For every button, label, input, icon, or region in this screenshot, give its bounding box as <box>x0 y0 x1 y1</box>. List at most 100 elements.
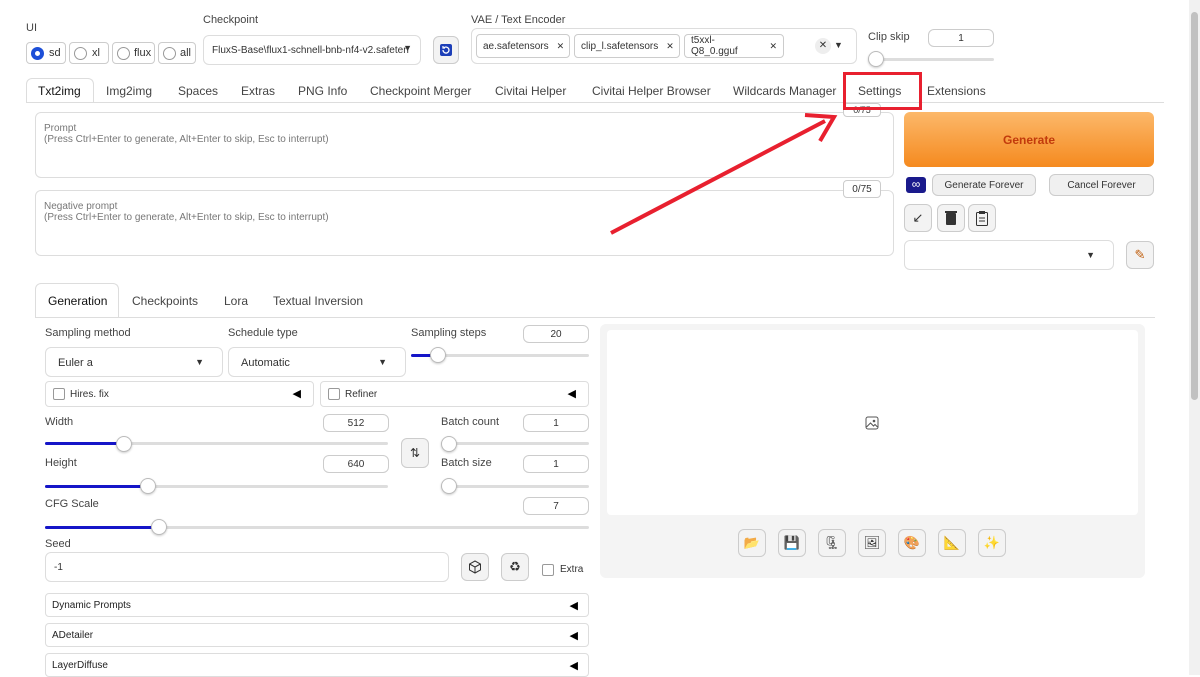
open-folder-button[interactable]: 📂 <box>738 529 766 557</box>
accordion-label: Dynamic Prompts <box>52 600 131 611</box>
schedule-type-value: Automatic <box>241 357 290 369</box>
tab-civitai-helper[interactable]: Civitai Helper <box>495 84 566 98</box>
close-icon[interactable]: ✕ <box>557 41 565 52</box>
palette-icon: 🎨 <box>903 535 921 550</box>
height-input[interactable]: 640 <box>323 455 389 473</box>
clip-skip-label: Clip skip <box>868 31 910 43</box>
chevron-down-icon[interactable]: ▼ <box>834 40 843 50</box>
trash-icon <box>945 211 957 225</box>
save-button[interactable]: 💾 <box>778 529 806 557</box>
height-label: Height <box>45 457 77 469</box>
width-slider-handle[interactable] <box>116 436 132 452</box>
extra-action-button[interactable]: ✨ <box>978 529 1006 557</box>
seed-input[interactable]: -1 <box>45 552 449 582</box>
cfg-scale-slider-handle[interactable] <box>151 519 167 535</box>
reuse-seed-button[interactable]: ♻ <box>501 553 529 581</box>
batch-size-slider-handle[interactable] <box>441 478 457 494</box>
refiner-checkbox[interactable] <box>328 388 340 400</box>
height-slider-fill <box>45 485 148 488</box>
width-slider-fill <box>45 442 124 445</box>
cfg-scale-input[interactable]: 7 <box>523 497 589 515</box>
tab-png-info[interactable]: PNG Info <box>298 84 347 98</box>
paste-params-button[interactable]: ↙ <box>904 204 932 232</box>
clear-prompt-button[interactable] <box>937 204 965 232</box>
subtab-textual-inversion[interactable]: Textual Inversion <box>273 294 363 308</box>
sampling-steps-input[interactable]: 20 <box>523 325 589 343</box>
ui-radio-label: flux <box>134 47 152 59</box>
ui-radio-xl[interactable]: xl <box>69 42 109 64</box>
pencil-icon: ✎ <box>1134 247 1146 262</box>
generate-button[interactable]: Generate <box>904 112 1154 167</box>
ui-radio-all[interactable]: all <box>158 42 196 64</box>
clip-skip-input[interactable]: 1 <box>928 29 994 47</box>
sampling-steps-slider-handle[interactable] <box>430 347 446 363</box>
hires-fix-accordion[interactable]: Hires. fix ◀ <box>45 381 314 407</box>
image-placeholder-icon <box>865 416 879 430</box>
send-to-img2img-button[interactable]: 🖼 <box>858 529 886 557</box>
styles-dropdown[interactable]: ▼ <box>904 240 1114 270</box>
extra-seed-checkbox[interactable] <box>542 564 554 576</box>
clip-skip-slider-track[interactable] <box>876 58 994 61</box>
tab-civitai-helper-browser[interactable]: Civitai Helper Browser <box>592 84 711 98</box>
zip-button[interactable]: 🗜 <box>818 529 846 557</box>
swap-dimensions-button[interactable]: ⇅ <box>401 438 429 468</box>
ui-radio-label: all <box>180 47 192 59</box>
send-to-extras-button[interactable]: 📐 <box>938 529 966 557</box>
batch-count-slider-handle[interactable] <box>441 436 457 452</box>
clip-skip-slider-handle[interactable] <box>868 51 884 67</box>
vae-chip[interactable]: t5xxl-Q8_0.gguf ✕ <box>684 34 784 58</box>
subtab-generation[interactable]: Generation <box>48 294 107 308</box>
settings-highlight-box <box>843 72 922 110</box>
subtab-lora[interactable]: Lora <box>224 294 248 308</box>
chevron-down-icon: ▼ <box>403 43 412 53</box>
subtab-checkpoints[interactable]: Checkpoints <box>132 294 198 308</box>
radio-icon <box>74 47 87 60</box>
tab-wildcards-manager[interactable]: Wildcards Manager <box>733 84 836 98</box>
adetailer-accordion[interactable]: ADetailer ◀ <box>45 623 589 647</box>
schedule-type-dropdown[interactable]: Automatic ▼ <box>228 347 406 377</box>
ui-label: UI <box>26 22 37 34</box>
batch-size-slider-track[interactable] <box>441 485 589 488</box>
save-icon: 💾 <box>783 535 801 550</box>
recycle-icon: ♻ <box>509 559 521 574</box>
refresh-checkpoint-button[interactable] <box>433 36 459 64</box>
generate-forever-button[interactable]: Generate Forever <box>932 174 1036 196</box>
seed-label: Seed <box>45 538 71 550</box>
edit-styles-button[interactable]: ✎ <box>1126 241 1154 269</box>
accordion-label: LayerDiffuse <box>52 660 108 671</box>
vae-chip[interactable]: clip_l.safetensors ✕ <box>574 34 680 58</box>
send-to-inpaint-button[interactable]: 🎨 <box>898 529 926 557</box>
collapse-arrow-icon: ◀ <box>292 388 301 400</box>
height-slider-handle[interactable] <box>140 478 156 494</box>
ui-radio-flux[interactable]: flux <box>112 42 155 64</box>
hires-fix-checkbox[interactable] <box>53 388 65 400</box>
close-icon[interactable]: ✕ <box>769 41 777 52</box>
tab-txt2img[interactable]: Txt2img <box>38 84 81 98</box>
scrollbar-thumb[interactable] <box>1191 12 1198 400</box>
tab-spaces[interactable]: Spaces <box>178 84 218 98</box>
close-icon[interactable]: ✕ <box>666 41 674 52</box>
batch-count-slider-track[interactable] <box>441 442 589 445</box>
width-input[interactable]: 512 <box>323 414 389 432</box>
clear-all-icon[interactable]: ✕ <box>815 38 831 54</box>
batch-count-input[interactable]: 1 <box>523 414 589 432</box>
random-seed-button[interactable] <box>461 553 489 581</box>
cancel-forever-button[interactable]: Cancel Forever <box>1049 174 1154 196</box>
layerdiffuse-accordion[interactable]: LayerDiffuse ◀ <box>45 653 589 677</box>
tab-img2img[interactable]: Img2img <box>106 84 152 98</box>
tab-divider <box>26 102 1164 103</box>
clipboard-button[interactable] <box>968 204 996 232</box>
vae-chip[interactable]: ae.safetensors ✕ <box>476 34 570 58</box>
refiner-accordion[interactable]: Refiner ◀ <box>320 381 589 407</box>
ui-radio-sd[interactable]: sd <box>26 42 66 64</box>
sparkle-icon: ✨ <box>983 535 1001 550</box>
seed-value: -1 <box>54 562 63 573</box>
tab-checkpoint-merger[interactable]: Checkpoint Merger <box>370 84 471 98</box>
sampling-method-dropdown[interactable]: Euler a ▼ <box>45 347 223 377</box>
batch-size-input[interactable]: 1 <box>523 455 589 473</box>
tab-extras[interactable]: Extras <box>241 84 275 98</box>
negative-prompt-label: Negative prompt <box>44 201 118 212</box>
checkpoint-dropdown[interactable]: FluxS-Base\flux1-schnell-bnb-nf4-v2.safe… <box>203 35 421 65</box>
dynamic-prompts-accordion[interactable]: Dynamic Prompts ◀ <box>45 593 589 617</box>
tab-extensions[interactable]: Extensions <box>927 84 986 98</box>
